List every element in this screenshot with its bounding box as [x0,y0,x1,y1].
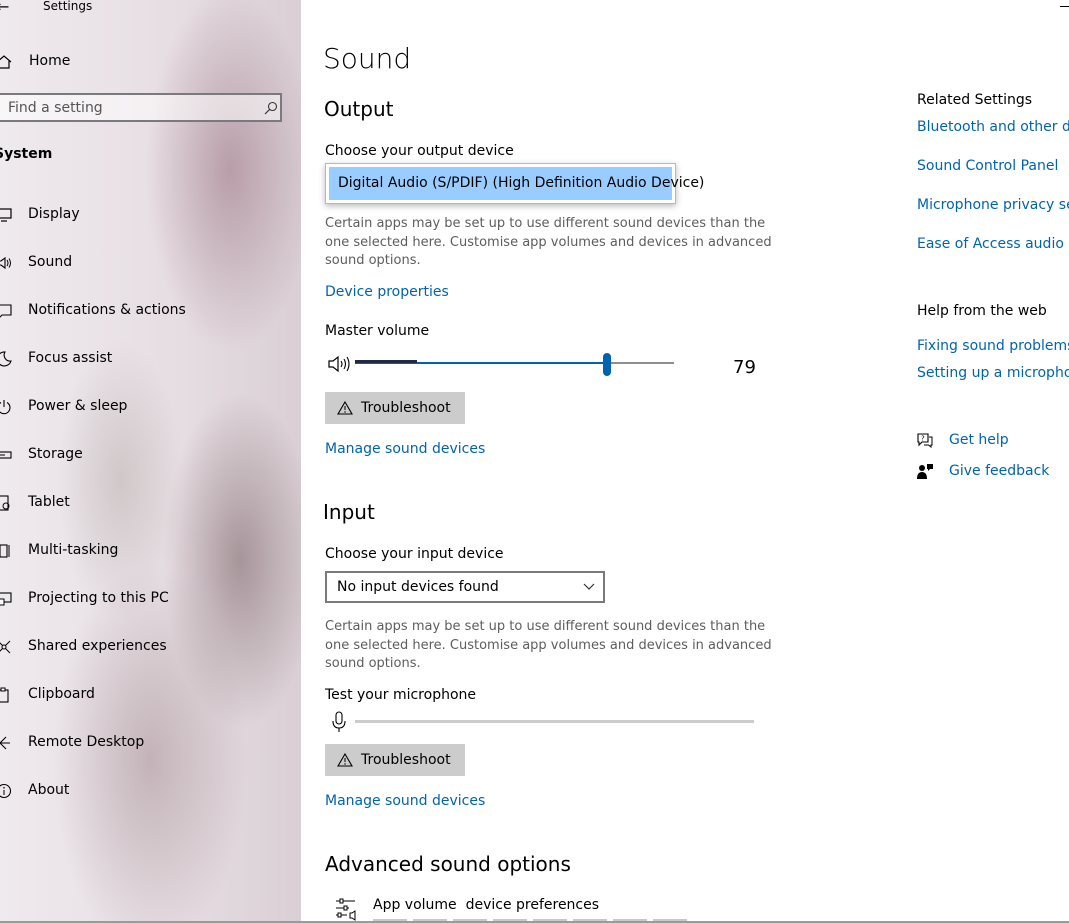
search-input[interactable] [8,99,248,117]
mixer-icon [336,898,356,921]
output-heading: Output [324,97,394,121]
storage-icon [0,451,12,459]
page-title: Sound [323,42,412,75]
sidebar-section-title: System [0,146,53,162]
output-troubleshoot-button[interactable]: Troubleshoot [325,392,465,424]
tablet-icon [0,495,10,511]
master-volume-label: Master volume [325,323,430,339]
give-feedback-label: Give feedback [949,463,1050,479]
window-title: Settings [43,0,93,13]
get-help-link[interactable]: ? Get help [916,430,1056,452]
sidebar-item-projecting[interactable]: Projecting to this PC [0,586,290,612]
output-device-dropdown[interactable]: Digital Audio (S/PDIF) (High Definition … [325,163,704,204]
remote-desktop-icon [0,736,10,750]
app-volume-title: App volume device preferences [373,897,600,913]
sidebar-item-label: Projecting to this PC [28,590,169,606]
test-microphone-label: Test your microphone [325,687,476,703]
search-icon[interactable] [264,101,278,115]
sidebar-item-tablet[interactable]: Tablet [0,490,290,516]
input-note: Certain apps may be set up to use differ… [325,619,772,671]
output-device-option[interactable]: Digital Audio (S/PDIF) (High Definition … [329,167,704,200]
sidebar-item-about[interactable]: About [0,778,290,804]
multitasking-icon [0,544,10,558]
get-help-label: Get help [949,432,1009,448]
sidebar-item-label: Tablet [28,494,70,510]
chevron-down-icon [583,583,595,590]
sidebar-item-label: Clipboard [28,686,95,702]
feedback-person-icon [917,464,933,479]
notifications-icon [0,304,12,318]
sidebar-item-shared-experiences[interactable]: Shared experiences [0,634,290,660]
advanced-heading: Advanced sound options [325,852,571,876]
sidebar-item-power-sleep[interactable]: Power & sleep [0,394,290,420]
input-device-label: Choose your input device [325,546,504,562]
microphone-icon [332,711,346,732]
power-icon [0,400,11,415]
volume-speaker-icon[interactable] [327,354,351,374]
related-settings-heading: Related Settings [917,92,1033,108]
shared-icon [0,640,11,654]
warning-icon [337,753,353,767]
button-label: Troubleshoot [361,752,451,768]
sidebar-item-multitasking[interactable]: Multi-tasking [0,538,290,564]
sidebar-item-label: Storage [28,446,83,462]
info-icon [0,783,12,799]
clipboard-icon [0,687,9,703]
sidebar-item-label: About [28,782,70,798]
projecting-icon [0,592,12,606]
svg-text:?: ? [921,435,925,443]
sidebar-item-storage[interactable]: Storage [0,442,290,468]
related-link-bluetooth[interactable]: Bluetooth and other devi [917,119,1069,135]
volume-value: 79 [733,357,756,378]
related-link-microphone-privacy[interactable]: Microphone privacy setti [917,197,1069,213]
output-note: Certain apps may be set up to use differ… [325,216,772,268]
sidebar-item-display[interactable]: Display [0,202,290,228]
input-manage-devices-link[interactable]: Manage sound devices [325,793,485,809]
sidebar-item-label: Home [29,53,71,69]
sidebar-item-clipboard[interactable]: Clipboard [0,682,290,708]
sidebar-item-sound[interactable]: Sound [0,250,290,276]
sidebar-item-notifications[interactable]: Notifications & actions [0,298,290,324]
sidebar-item-label: Focus assist [28,350,113,366]
sidebar-item-label: Display [28,206,80,222]
sidebar-item-label: Shared experiences [28,638,167,654]
sidebar: ← Settings Home System Display Sound Not… [0,0,301,923]
device-properties-link[interactable]: Device properties [325,284,449,300]
input-device-value: No input devices found [337,579,499,595]
input-heading: Input [323,500,375,524]
volume-thumb[interactable] [603,353,611,376]
speaker-icon [0,256,11,270]
sidebar-item-label: Power & sleep [28,398,128,414]
master-volume-slider[interactable] [355,353,674,376]
sidebar-item-label: Notifications & actions [28,302,186,318]
back-arrow-icon[interactable]: ← [0,0,9,16]
output-device-label: Choose your output device [325,143,514,159]
sidebar-item-remote-desktop[interactable]: Remote Desktop [0,730,290,756]
button-label: Troubleshoot [361,400,451,416]
input-device-select[interactable]: No input devices found [325,571,605,603]
sidebar-item-focus-assist[interactable]: Focus assist [0,346,290,372]
help-link-setting-up-microphone[interactable]: Setting up a microphone [917,365,1069,381]
sidebar-item-label: Multi-tasking [28,542,119,558]
help-link-fixing-sound[interactable]: Fixing sound problems [917,338,1069,354]
sidebar-item-label: Sound [28,254,73,270]
related-link-sound-control-panel[interactable]: Sound Control Panel [917,158,1058,174]
minimize-button[interactable] [1060,6,1069,7]
help-chat-icon: ? [917,433,933,448]
warning-icon [337,401,353,415]
app-volume-preferences-item[interactable]: App volume device preferences [335,893,795,923]
home-icon [0,55,12,69]
input-troubleshoot-button[interactable]: Troubleshoot [325,744,465,776]
moon-icon [0,351,12,367]
microphone-level-bar [355,720,754,723]
volume-peak-meter [355,360,417,363]
display-icon [0,208,12,222]
search-box[interactable] [0,93,282,122]
sidebar-item-label: Remote Desktop [28,734,145,750]
output-manage-devices-link[interactable]: Manage sound devices [325,441,485,457]
related-link-ease-of-access-audio[interactable]: Ease of Access audio sett [917,236,1069,252]
give-feedback-link[interactable]: Give feedback [916,461,1056,483]
help-from-web-heading: Help from the web [917,303,1047,319]
sidebar-item-home[interactable]: Home [0,48,290,76]
